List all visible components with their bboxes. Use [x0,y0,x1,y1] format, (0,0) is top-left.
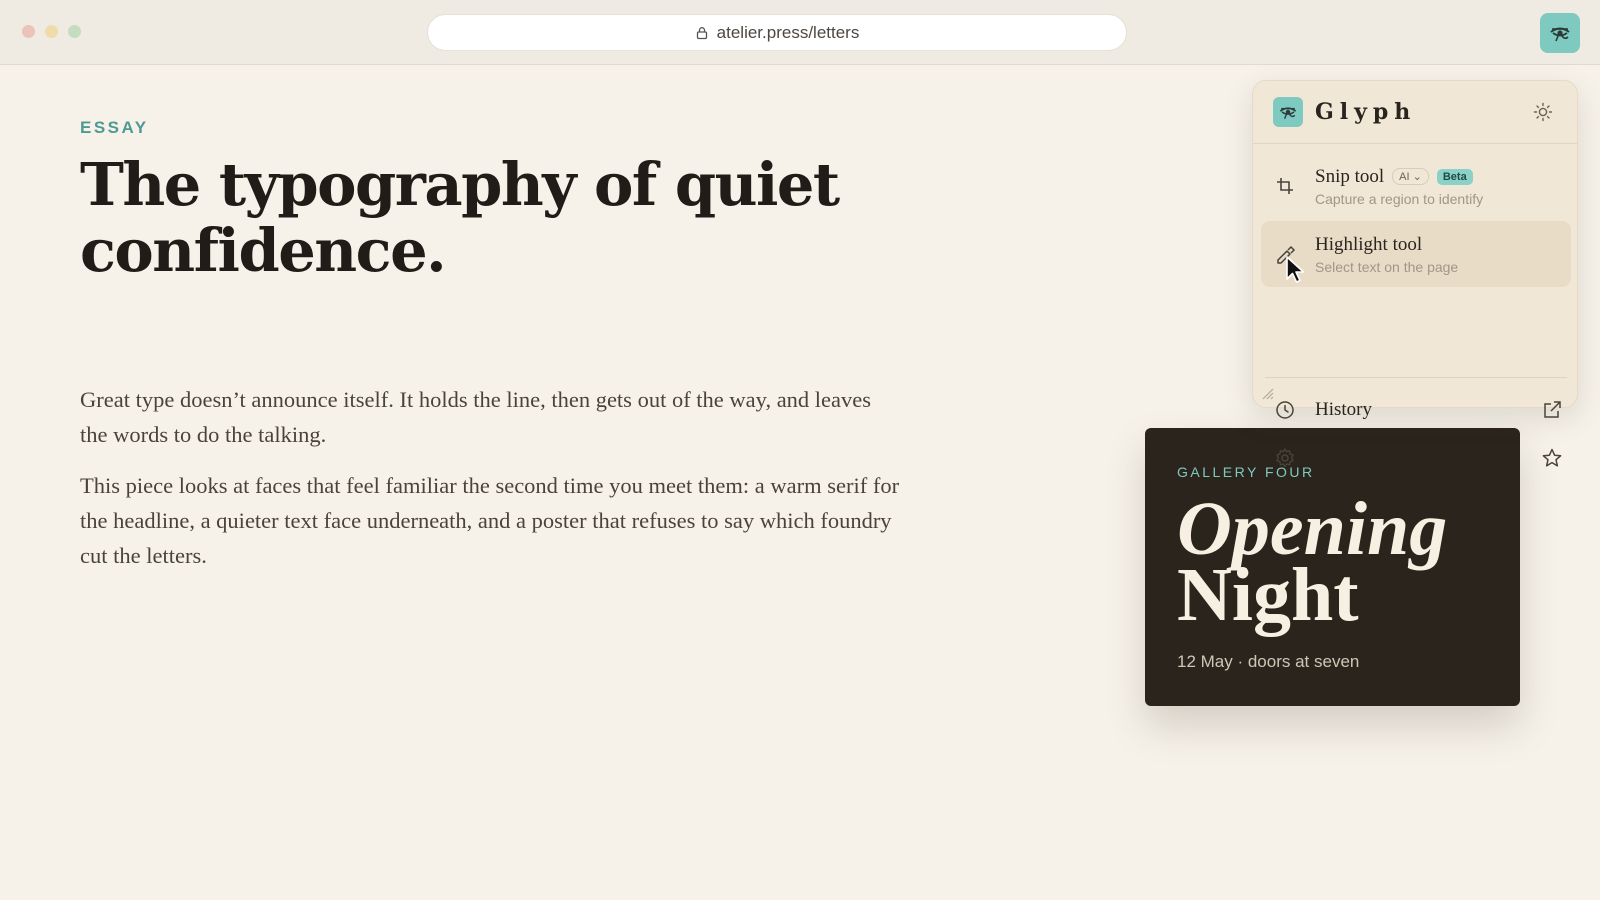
glyph-popup: Glyph Snip tool AI ⌄ Beta Capture a regi… [1252,80,1578,468]
history-item[interactable]: History [1261,389,1571,431]
popup-header: Glyph [1253,81,1577,144]
menu-divider [1265,377,1567,378]
article-paragraph: This piece looks at faces that feel fami… [80,473,900,568]
article-paragraph: Great type doesn’t announce itself. It h… [80,387,872,447]
snip-tool-item[interactable]: Snip tool AI ⌄ Beta Capture a region to … [1261,153,1571,219]
settings-label: Settings [1315,447,1377,468]
maximize-window-button[interactable] [68,25,81,38]
browser-toolbar: atelier.press/letters [0,0,1600,65]
minimize-window-button[interactable] [45,25,58,38]
url-text: atelier.press/letters [716,22,860,42]
theme-toggle-sun-icon[interactable] [1533,102,1553,122]
crop-icon [1277,178,1293,194]
snip-tool-description: Capture a region to identify [1315,190,1484,207]
gear-icon [1276,448,1294,468]
snip-tool-title: Snip tool [1315,165,1385,187]
window-controls [22,25,81,38]
close-window-button[interactable] [22,25,35,38]
star-icon[interactable] [1541,447,1563,469]
poster-title-line2: Night [1177,553,1359,637]
eye-of-horus-icon [1550,27,1570,42]
glyph-extension-button[interactable] [1540,13,1580,53]
highlight-tool-title: Highlight tool [1315,233,1423,255]
beta-badge: Beta [1436,168,1473,185]
article-kicker: ESSAY [80,118,149,137]
external-link-icon[interactable] [1541,399,1563,421]
address-bar[interactable]: atelier.press/letters [427,14,1127,51]
ai-model-dropdown[interactable]: AI ⌄ [1392,168,1429,185]
poster-title: Opening Night [1177,491,1488,637]
poster-subtitle: 12 May · doors at seven [1177,652,1360,671]
glyph-brand-name: Glyph [1315,99,1417,125]
article-body: Great type doesn’t announce itself. It h… [80,382,900,573]
settings-item[interactable]: Settings [1261,437,1571,479]
glyph-logo-icon [1273,97,1303,127]
resize-grip-icon[interactable] [1261,387,1275,401]
chevron-down-icon: ⌄ [1412,171,1422,183]
history-label: History [1315,399,1372,420]
lock-icon [696,26,707,39]
mouse-cursor-icon [1286,256,1305,283]
clock-icon [1276,401,1294,419]
article-headline: The typography of quiet confidence. [80,150,840,285]
highlight-tool-text: Highlight tool Select text on the page [1315,234,1458,275]
highlight-tool-description: Select text on the page [1315,258,1459,275]
highlight-tool-item[interactable]: Highlight tool Select text on the page [1261,221,1571,287]
snip-tool-text: Snip tool AI ⌄ Beta Capture a region to … [1315,166,1483,207]
